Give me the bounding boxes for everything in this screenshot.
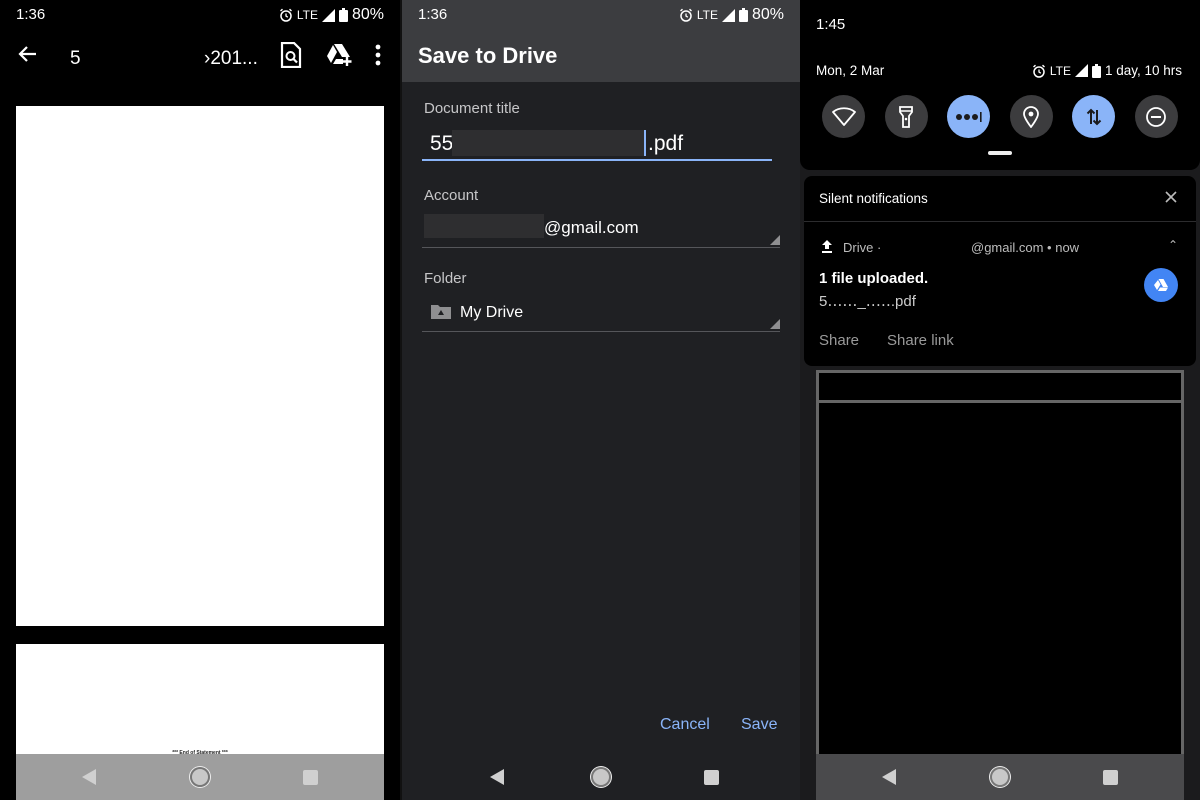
text-cursor xyxy=(644,130,646,156)
back-arrow-icon[interactable] xyxy=(16,42,40,66)
notification-title: 1 file uploaded. xyxy=(819,270,929,287)
folder-select[interactable]: My Drive xyxy=(422,296,780,332)
close-icon[interactable] xyxy=(1164,190,1178,204)
nav-back-icon[interactable] xyxy=(82,769,97,785)
notification-filename: 5․․․․․․_․․․․․.pdf xyxy=(819,293,916,310)
dialog-header: 1:36 LTE 80% Save to Drive xyxy=(402,0,800,82)
redacted-text xyxy=(424,214,544,238)
do-not-disturb-icon xyxy=(1146,106,1167,127)
open-drive-button[interactable] xyxy=(1144,268,1178,302)
document-title-suffix: .pdf xyxy=(648,132,684,155)
network-type: LTE xyxy=(1049,63,1071,78)
drive-folder-icon xyxy=(431,305,451,319)
document-title-start: 5 xyxy=(70,48,81,69)
section-title: Silent notifications xyxy=(819,191,928,206)
alarm-icon xyxy=(679,8,692,22)
qs-tile-wifi[interactable] xyxy=(822,95,865,138)
nav-recents-icon[interactable] xyxy=(303,770,319,785)
network-type: LTE xyxy=(296,8,318,22)
dropdown-icon xyxy=(770,319,780,329)
background-document xyxy=(816,370,1184,754)
battery-icon xyxy=(738,8,748,22)
pdf-page xyxy=(16,106,384,626)
redacted-text xyxy=(452,130,644,156)
divider xyxy=(819,370,1181,373)
nav-home-icon[interactable] xyxy=(190,767,210,787)
status-time: 1:45 xyxy=(816,16,846,33)
qs-tile-location[interactable] xyxy=(1009,95,1053,138)
quick-settings-panel: 1:45 Mon, 2 Mar LTE 1 day, 10 hrs xyxy=(800,0,1200,170)
status-time: 1:36 xyxy=(418,6,448,23)
navigation-bar xyxy=(402,754,800,800)
more-dots-icon xyxy=(955,111,982,122)
save-to-drive-screen: 1:36 LTE 80% Save to Drive Document titl… xyxy=(400,0,800,800)
add-to-drive-icon[interactable] xyxy=(326,43,352,67)
data-transfer-icon xyxy=(1086,108,1102,125)
location-pin-icon xyxy=(1023,105,1040,128)
navigation-bar xyxy=(16,754,384,800)
qs-tile-do-not-disturb[interactable] xyxy=(1134,95,1178,138)
nav-back-icon[interactable] xyxy=(882,769,897,785)
divider xyxy=(804,221,1196,222)
nav-recents-icon[interactable] xyxy=(1103,770,1119,785)
folder-label: Folder xyxy=(424,270,467,287)
nav-recents-icon[interactable] xyxy=(704,770,720,785)
share-action[interactable]: Share xyxy=(819,332,859,349)
status-bar: 1:36 LTE 80% xyxy=(402,0,800,30)
folder-name: My Drive xyxy=(460,304,524,321)
battery-remaining: 1 day, 10 hrs xyxy=(1104,63,1182,78)
find-in-page-icon[interactable] xyxy=(280,42,302,68)
notification-shade-screen: 1:45 Mon, 2 Mar LTE 1 day, 10 hrs Silent… xyxy=(800,0,1200,800)
account-select[interactable]: @gmail.com xyxy=(422,212,780,248)
navigation-bar xyxy=(816,754,1184,800)
dropdown-icon xyxy=(770,235,780,245)
upload-icon xyxy=(822,240,832,253)
account-email: @gmail.com xyxy=(544,218,639,237)
qs-tile-mobile-data[interactable] xyxy=(1072,95,1116,138)
qs-tile-more[interactable] xyxy=(947,95,991,138)
shade-drag-handle[interactable] xyxy=(988,151,1012,155)
nav-back-icon[interactable] xyxy=(489,769,504,785)
document-title-end: ›201... xyxy=(204,48,258,69)
pdf-viewer-screen: 1:36 LTE 80% 5 ›201... *** End of Statem… xyxy=(0,0,400,800)
signal-icon xyxy=(1074,64,1088,77)
wifi-icon xyxy=(831,106,856,126)
notification-app-name: Drive · xyxy=(843,240,882,255)
nav-home-icon[interactable] xyxy=(591,767,611,787)
battery-icon xyxy=(338,8,348,22)
alarm-icon xyxy=(279,8,292,22)
divider xyxy=(819,400,1181,403)
account-label: Account xyxy=(424,187,479,204)
quick-settings-row xyxy=(822,95,1178,138)
status-time: 1:36 xyxy=(16,6,46,23)
signal-icon xyxy=(321,8,335,22)
nav-home-icon[interactable] xyxy=(990,767,1010,787)
app-bar: 5 ›201... xyxy=(0,30,400,90)
qs-tile-flashlight[interactable] xyxy=(884,95,928,138)
silent-notifications-card: Silent notifications Drive · @gmail.com … xyxy=(804,176,1196,366)
share-link-action[interactable]: Share link xyxy=(887,332,954,349)
dialog-title: Save to Drive xyxy=(418,43,558,68)
network-type: LTE xyxy=(696,8,718,22)
drive-logo-icon xyxy=(1154,279,1168,291)
notification-meta: @gmail.com • now xyxy=(971,240,1080,255)
battery-icon xyxy=(1091,63,1101,78)
date-text[interactable]: Mon, 2 Mar xyxy=(816,63,884,78)
cancel-button[interactable]: Cancel xyxy=(660,716,710,734)
battery-percent: 80% xyxy=(351,6,384,23)
alarm-icon xyxy=(1032,64,1045,78)
document-title-input[interactable]: 55 .pdf xyxy=(422,128,772,161)
status-bar: 1:36 LTE 80% xyxy=(0,0,400,30)
document-title-prefix: 55 xyxy=(430,132,454,155)
flashlight-icon xyxy=(899,105,913,128)
signal-icon xyxy=(721,8,735,22)
chevron-up-icon[interactable]: ⌃ xyxy=(1168,238,1178,252)
save-button[interactable]: Save xyxy=(741,716,777,734)
battery-percent: 80% xyxy=(751,6,784,23)
more-options-icon[interactable] xyxy=(372,44,384,66)
document-title-label: Document title xyxy=(424,100,520,117)
